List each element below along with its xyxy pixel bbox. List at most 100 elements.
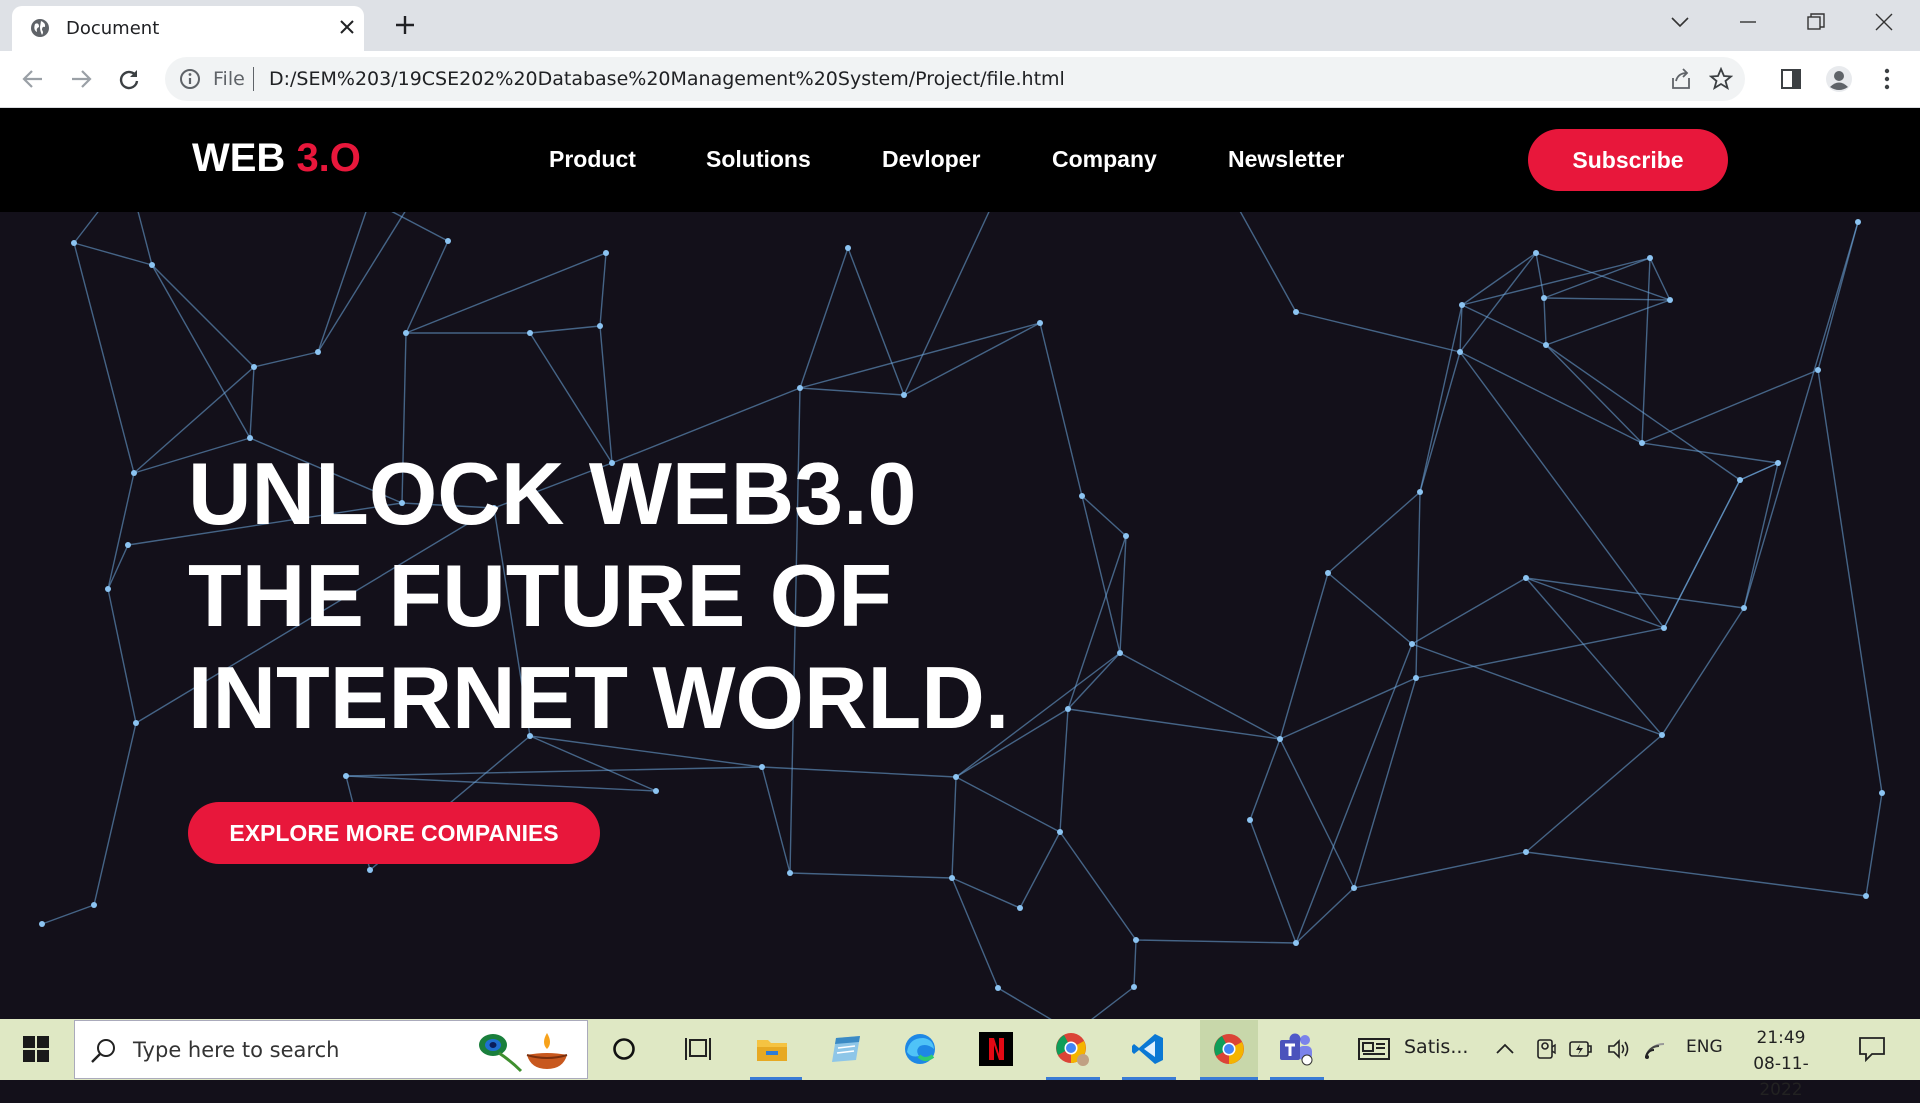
network-line (1461, 252, 1537, 306)
language-indicator[interactable]: ENG (1686, 1037, 1723, 1057)
network-node (1065, 706, 1071, 712)
network-line (529, 325, 601, 334)
edge-browser-icon[interactable] (900, 1029, 940, 1069)
cortana-icon[interactable] (604, 1029, 644, 1069)
nav-link-company[interactable]: Company (1052, 146, 1157, 173)
tab-close-icon[interactable] (334, 14, 360, 40)
network-node (1057, 829, 1063, 835)
profile-avatar-icon[interactable] (1824, 64, 1854, 94)
side-panel-icon[interactable] (1776, 64, 1806, 94)
vscode-icon[interactable] (1128, 1029, 1168, 1069)
reload-icon[interactable] (114, 64, 144, 94)
site-logo[interactable]: WEB 3.O (192, 136, 361, 181)
notifications-icon[interactable] (1852, 1029, 1892, 1069)
bookmark-star-icon[interactable] (1707, 65, 1735, 93)
network-line (107, 588, 137, 724)
network-node (1523, 575, 1529, 581)
forward-arrow-icon[interactable] (66, 64, 96, 94)
camera-icon[interactable] (1532, 1029, 1560, 1069)
share-icon[interactable] (1667, 65, 1695, 93)
wifi-icon[interactable] (1640, 1029, 1670, 1069)
nav-link-developer[interactable]: Devloper (882, 146, 980, 173)
taskbar-search-box[interactable]: Type here to search (74, 1020, 588, 1079)
network-node (653, 788, 659, 794)
network-node (105, 586, 111, 592)
network-node (1417, 489, 1423, 495)
network-node (1639, 440, 1645, 446)
network-line (107, 544, 129, 590)
network-line (1249, 738, 1281, 821)
network-node (403, 330, 409, 336)
network-node (39, 921, 45, 927)
nav-link-product[interactable]: Product (549, 146, 636, 173)
network-line (1081, 495, 1127, 537)
network-node (247, 435, 253, 441)
task-view-icon[interactable] (678, 1029, 718, 1069)
volume-icon[interactable] (1604, 1029, 1634, 1069)
browser-tab[interactable]: Document (12, 6, 364, 51)
network-node (343, 773, 349, 779)
info-icon[interactable] (179, 68, 201, 90)
explore-companies-button[interactable]: EXPLORE MORE COMPANIES (188, 802, 600, 864)
network-line (799, 247, 849, 389)
network-line (1419, 304, 1463, 493)
network-line (1353, 677, 1417, 889)
network-node (787, 870, 793, 876)
windows-start-icon[interactable] (16, 1029, 56, 1069)
restore-icon[interactable] (1794, 6, 1838, 38)
network-node (251, 364, 257, 370)
file-explorer-icon[interactable] (752, 1029, 792, 1069)
network-line (1525, 577, 1665, 629)
network-node (1541, 295, 1547, 301)
network-node (1131, 984, 1137, 990)
minimize-icon[interactable] (1726, 6, 1770, 38)
network-line (799, 322, 1041, 389)
network-node (1737, 477, 1743, 483)
new-tab-icon[interactable] (390, 10, 420, 40)
network-node (1523, 849, 1529, 855)
taskbar-clock[interactable]: 21:49 08-11-2022 (1736, 1025, 1826, 1103)
network-line (1525, 851, 1867, 897)
logo-accent-text: 3.O (296, 136, 361, 180)
address-bar[interactable]: File D:/SEM%203/19CSE202%20Database%20Ma… (165, 57, 1745, 101)
notepad-icon[interactable] (826, 1029, 866, 1069)
tab-search-chevron-icon[interactable] (1658, 6, 1702, 38)
network-node (1133, 937, 1139, 943)
nav-link-solutions[interactable]: Solutions (706, 146, 811, 173)
back-arrow-icon[interactable] (18, 64, 48, 94)
network-line (1817, 369, 1883, 794)
nav-link-newsletter[interactable]: Newsletter (1228, 146, 1344, 173)
network-line (1119, 535, 1127, 654)
url-text[interactable]: D:/SEM%203/19CSE202%20Database%20Managem… (269, 68, 1065, 90)
network-node (1741, 605, 1747, 611)
netflix-icon[interactable] (976, 1029, 1016, 1069)
network-line (1641, 442, 1779, 464)
menu-kebab-icon[interactable] (1872, 64, 1902, 94)
network-node (1037, 320, 1043, 326)
battery-charging-icon[interactable] (1566, 1029, 1596, 1069)
show-hidden-icons-chevron-icon[interactable] (1490, 1029, 1520, 1069)
running-app-label[interactable]: Satis... (1404, 1036, 1468, 1058)
network-node (901, 392, 907, 398)
network-line (1459, 351, 1643, 444)
subscribe-button[interactable]: Subscribe (1528, 129, 1728, 191)
chrome-profile-icon[interactable] (1052, 1029, 1092, 1069)
close-window-icon[interactable] (1862, 6, 1906, 38)
network-line (1543, 257, 1651, 299)
network-node (603, 250, 609, 256)
network-node (1123, 533, 1129, 539)
network-node (949, 875, 955, 881)
network-node (597, 323, 603, 329)
network-line (1327, 491, 1421, 574)
windows-taskbar: Type here to search Satis... ENG 21:49 0… (0, 1019, 1920, 1100)
network-node (1409, 641, 1415, 647)
network-line (73, 242, 135, 474)
chrome-icon[interactable] (1200, 1020, 1258, 1078)
network-line (1067, 652, 1121, 710)
peacock-feather-icon (479, 1034, 523, 1073)
teams-icon[interactable] (1276, 1029, 1316, 1069)
news-icon[interactable] (1354, 1029, 1394, 1069)
network-node (1277, 736, 1283, 742)
network-line (955, 776, 1061, 833)
network-line (1525, 734, 1663, 853)
